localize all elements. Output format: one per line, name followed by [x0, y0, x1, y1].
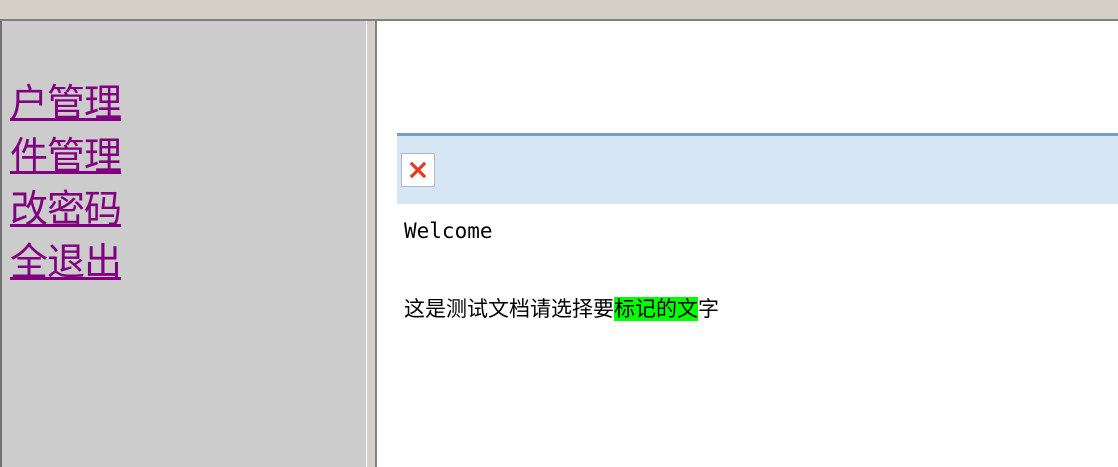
nav-link-change-password[interactable]: 改密码 [10, 187, 122, 231]
top-frame [0, 0, 1118, 21]
welcome-text: Welcome [404, 219, 493, 243]
close-icon [409, 161, 427, 179]
nav-item-logout: 全退出 [10, 236, 122, 289]
document-text: 这是测试文档请选择要标记的文字 [404, 293, 719, 323]
nav-item-file-management: 件管理 [10, 130, 122, 183]
document-text-before: 这是测试文档请选择要 [404, 297, 614, 321]
tab-strip [397, 133, 1118, 204]
nav-list: 户管理 件管理 改密码 全退出 [10, 77, 122, 289]
nav-link-user-management[interactable]: 户管理 [10, 81, 122, 125]
nav-item-user-management: 户管理 [10, 77, 122, 130]
nav-link-logout[interactable]: 全退出 [10, 240, 122, 284]
nav-item-change-password: 改密码 [10, 183, 122, 236]
document-text-after: 字 [698, 297, 719, 321]
left-nav-frame: 户管理 件管理 改密码 全退出 [0, 21, 372, 467]
main-content-frame: Welcome 这是测试文档请选择要标记的文字 [377, 21, 1118, 467]
frame-splitter[interactable] [366, 21, 377, 467]
nav-link-file-management[interactable]: 件管理 [10, 134, 122, 178]
highlighted-text: 标记的文 [614, 297, 698, 321]
tab-close-button[interactable] [401, 153, 435, 187]
